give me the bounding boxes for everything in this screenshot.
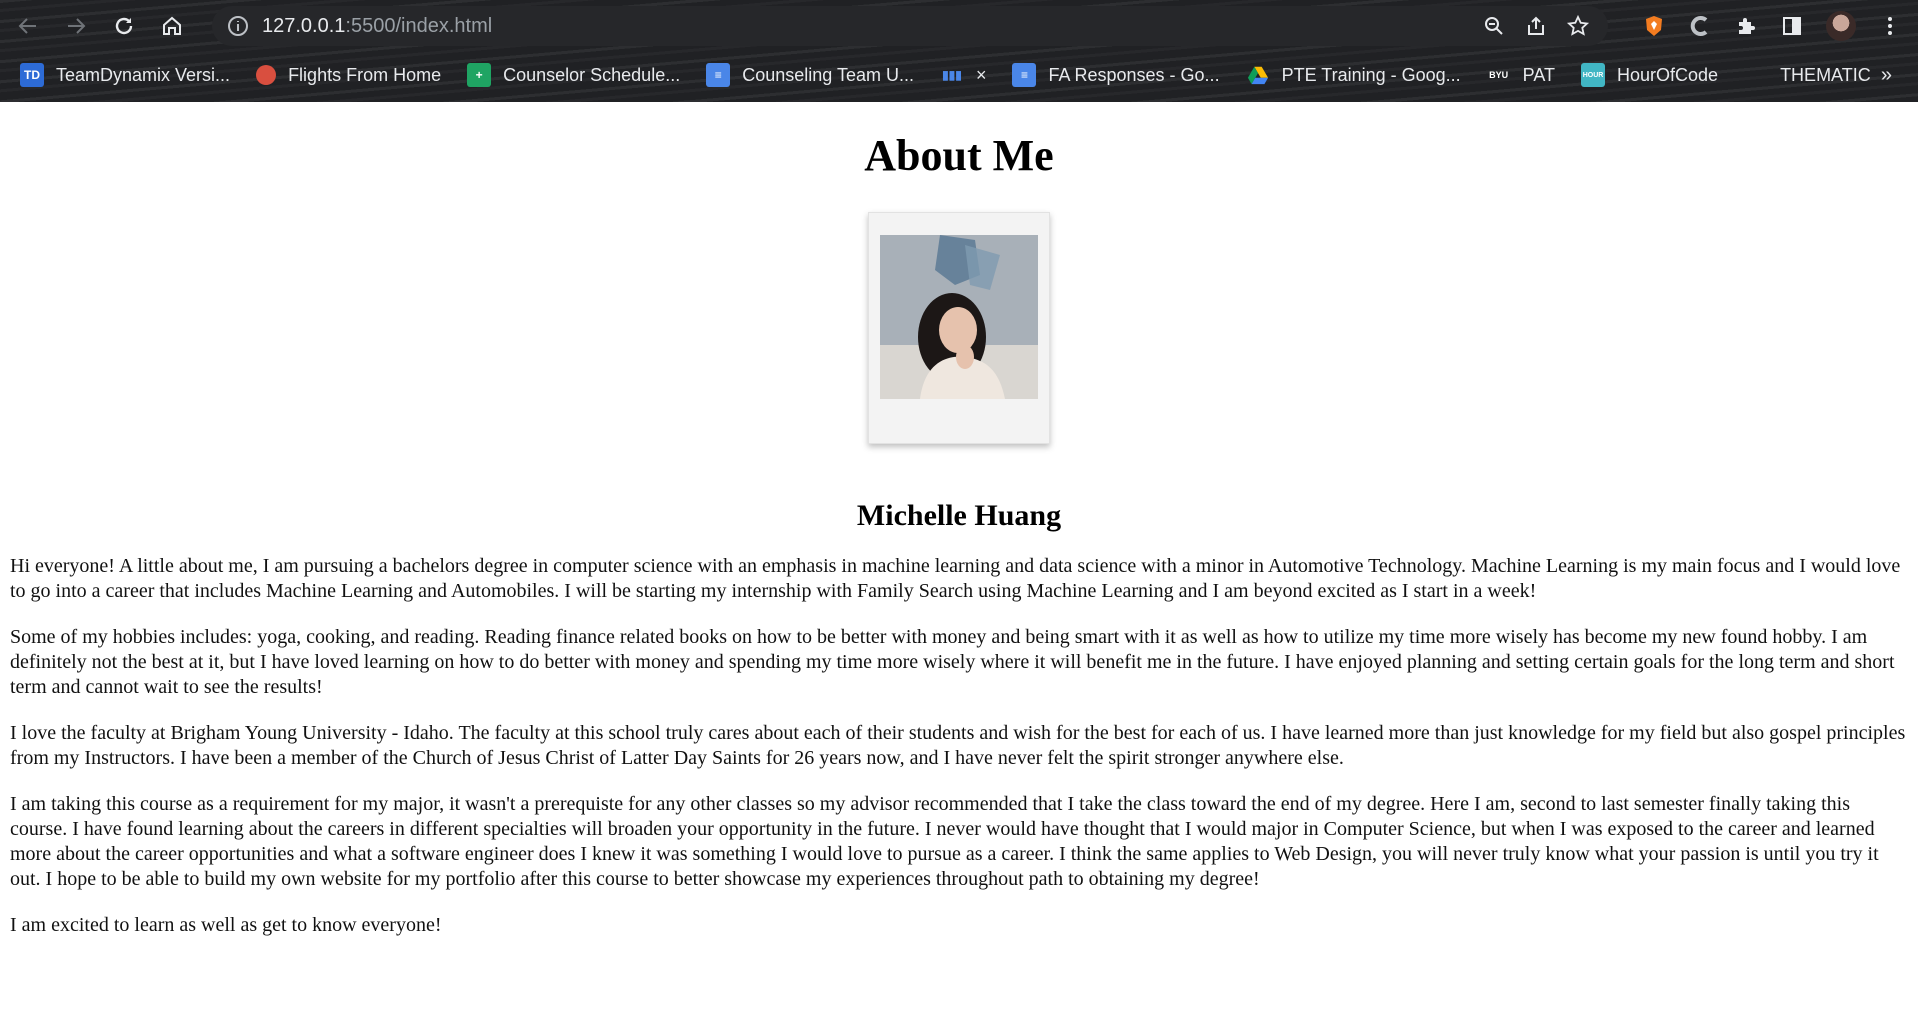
forward-button[interactable] — [56, 6, 96, 46]
flights-icon — [256, 65, 277, 85]
url-text[interactable]: 127.0.0.1:5500/index.html — [262, 15, 492, 38]
profile-photo-frame — [868, 212, 1050, 444]
profile-photo — [880, 235, 1038, 399]
byu-icon: BYU — [1489, 70, 1509, 80]
url-host: 127.0.0.1 — [262, 14, 346, 37]
docs-icon: ≡ — [1012, 63, 1037, 87]
profile-photo-image — [880, 235, 1038, 399]
sheets-icon: + — [467, 63, 492, 87]
reload-icon — [115, 17, 133, 35]
bookmarks-overflow-button[interactable]: » — [1881, 55, 1892, 95]
puzzle-extensions-icon[interactable] — [1734, 14, 1758, 38]
td-icon: TD — [20, 63, 44, 87]
bio-paragraph: I love the faculty at Brigham Young Univ… — [10, 722, 1906, 769]
share-icon[interactable] — [1524, 14, 1548, 38]
bookmark-label: Flights From Home — [288, 64, 442, 85]
bookmark-label: HourOfCode — [1617, 64, 1719, 85]
person-name: Michelle Huang — [856, 499, 1062, 532]
page-title: About Me — [864, 131, 1054, 180]
bookmark-star-icon[interactable] — [1566, 14, 1590, 38]
back-arrow-icon — [18, 18, 36, 34]
bookmarks-bar: TD TeamDynamix Versi... Flights From Hom… — [0, 55, 1918, 95]
home-button[interactable] — [152, 6, 192, 46]
bookmark-counselor-schedule[interactable]: + Counselor Schedule... — [451, 58, 690, 92]
chart-icon: ▮▮▮ — [942, 68, 962, 82]
hourofcode-icon: HOUR — [1581, 63, 1605, 87]
forward-arrow-icon — [68, 18, 86, 34]
zoom-icon[interactable] — [1482, 14, 1506, 38]
bookmark-flights[interactable]: Flights From Home — [240, 58, 451, 92]
bookmark-label: Counseling Team U... — [742, 64, 914, 85]
url-path: :5500/index.html — [345, 14, 493, 37]
bookmark-hourofcode[interactable]: HOUR HourOfCode — [1565, 58, 1728, 92]
bio-paragraph: Some of my hobbies includes: yoga, cooki… — [10, 626, 1895, 698]
bookmark-fa-responses[interactable]: ≡ FA Responses - Go... — [996, 58, 1229, 92]
menu-kebab-icon[interactable] — [1878, 14, 1902, 38]
docs-icon: ≡ — [706, 63, 731, 87]
bookmark-chart[interactable]: ▮▮▮ × — [924, 58, 997, 92]
extension-c-icon[interactable] — [1688, 14, 1712, 38]
bookmark-label: × — [975, 64, 987, 85]
bookmark-counseling-team[interactable]: ≡ Counseling Team U... — [690, 58, 924, 92]
reload-button[interactable] — [104, 6, 144, 46]
bookmark-label: Counselor Schedule... — [503, 64, 681, 85]
extensions-area — [1642, 6, 1918, 46]
home-icon — [163, 16, 181, 35]
page-content: About Me Michelle Huang Hi everyone! A l… — [0, 128, 1918, 938]
browser-toolbar: 127.0.0.1:5500/index.html — [0, 0, 1918, 52]
bookmark-label: FA Responses - Go... — [1048, 64, 1220, 85]
address-bar[interactable]: 127.0.0.1:5500/index.html — [212, 6, 1608, 46]
side-panel-icon[interactable] — [1780, 14, 1804, 38]
browser-chrome: 127.0.0.1:5500/index.html TD TeamDynamix… — [0, 0, 1918, 102]
bookmark-label: THEMATIC — [1780, 64, 1871, 85]
bookmark-pte-training[interactable]: PTE Training - Goog... — [1230, 58, 1471, 92]
address-bar-actions — [1482, 6, 1608, 46]
bookmark-thematic[interactable]: THEMATIC — [1728, 58, 1881, 92]
bookmark-pat[interactable]: BYU PAT — [1471, 58, 1565, 92]
bio-paragraph: I am excited to learn as well as get to … — [10, 914, 442, 936]
profile-avatar[interactable] — [1826, 11, 1856, 41]
bio-paragraph: I am taking this course as a requirement… — [10, 793, 1879, 890]
bookmark-teamdynamix[interactable]: TD TeamDynamix Versi... — [0, 58, 240, 92]
brave-shield-icon[interactable] — [1642, 14, 1666, 38]
bookmark-label: TeamDynamix Versi... — [56, 64, 231, 85]
bookmark-label: PTE Training - Goog... — [1281, 64, 1461, 85]
drive-icon — [1246, 63, 1270, 87]
bio-paragraph: Hi everyone! A little about me, I am pur… — [10, 555, 1901, 602]
info-icon[interactable] — [226, 14, 250, 38]
bookmark-label: PAT — [1522, 64, 1555, 85]
back-button[interactable] — [8, 6, 48, 46]
